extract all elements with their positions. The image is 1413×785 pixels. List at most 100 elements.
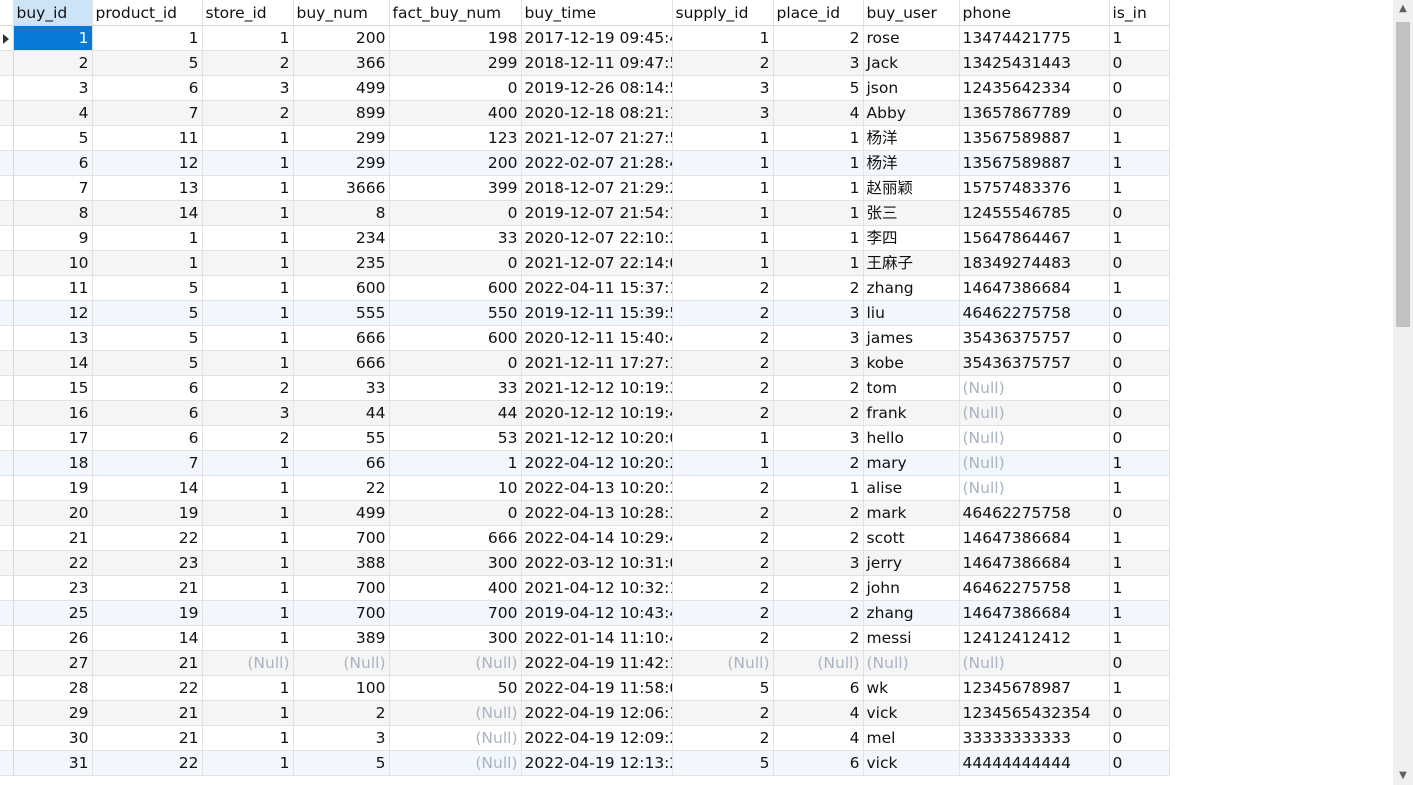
cell-supply-id[interactable]: 2 (672, 350, 774, 376)
row-indicator[interactable] (0, 400, 14, 426)
cell-buy-id[interactable]: 28 (13, 675, 93, 701)
table-row[interactable]: 2019149902022-04-13 10:28:3922mark464622… (0, 500, 1170, 526)
cell-place-id[interactable]: 6 (773, 750, 864, 776)
cell-buy-id[interactable]: 29 (13, 700, 93, 726)
cell-buy-user[interactable]: mary (863, 450, 960, 476)
cell-place-id[interactable]: 1 (773, 200, 864, 226)
cell-fact-buy-num[interactable]: 400 (389, 575, 522, 601)
cell-product-id[interactable]: 13 (92, 175, 203, 201)
table-row[interactable]: 261413893002022-01-14 11:10:4722messi124… (0, 625, 1170, 651)
column-header-place-id[interactable]: place_id (773, 0, 864, 26)
cell-buy-num[interactable]: 389 (293, 625, 390, 651)
cell-buy-id[interactable]: 16 (13, 400, 93, 426)
cell-buy-num[interactable]: 5 (293, 750, 390, 776)
cell-buy-id[interactable]: 31 (13, 750, 93, 776)
cell-buy-num[interactable]: (Null) (293, 650, 390, 676)
cell-phone[interactable]: 15757483376 (959, 175, 1110, 201)
cell-product-id[interactable]: 14 (92, 200, 203, 226)
cell-store-id[interactable]: 2 (202, 100, 294, 126)
cell-place-id[interactable]: 3 (773, 325, 864, 351)
cell-store-id[interactable]: 1 (202, 275, 294, 301)
cell-supply-id[interactable]: 2 (672, 50, 774, 76)
cell-buy-user[interactable]: james (863, 325, 960, 351)
table-row[interactable]: 302113(Null)2022-04-19 12:09:2924mel3333… (0, 725, 1170, 751)
cell-is-in[interactable]: 0 (1109, 100, 1170, 126)
cell-place-id[interactable]: 5 (773, 75, 864, 101)
cell-buy-user[interactable]: john (863, 575, 960, 601)
row-indicator[interactable] (0, 425, 14, 451)
cell-store-id[interactable]: 1 (202, 575, 294, 601)
cell-place-id[interactable]: 4 (773, 725, 864, 751)
table-row[interactable]: 28221100502022-04-19 11:58:0556wk1234567… (0, 675, 1170, 701)
cell-place-id[interactable]: 3 (773, 350, 864, 376)
cell-supply-id[interactable]: 2 (672, 400, 774, 426)
data-grid[interactable]: buy_id product_id store_id buy_num fact_… (0, 0, 1393, 785)
cell-buy-time[interactable]: 2022-04-19 11:58:05 (521, 675, 673, 701)
cell-is-in[interactable]: 0 (1109, 700, 1170, 726)
cell-phone[interactable]: 12412412412 (959, 625, 1110, 651)
cell-buy-user[interactable]: 王麻子 (863, 250, 960, 276)
table-row[interactable]: 166344442020-12-12 10:19:4422frank(Null)… (0, 400, 1170, 426)
cell-is-in[interactable]: 1 (1109, 150, 1170, 176)
cell-place-id[interactable]: 1 (773, 175, 864, 201)
cell-buy-time[interactable]: 2021-12-12 10:19:32 (521, 375, 673, 401)
cell-place-id[interactable]: 2 (773, 450, 864, 476)
cell-is-in[interactable]: 0 (1109, 375, 1170, 401)
cell-phone[interactable]: 1234565432354 (959, 700, 1110, 726)
cell-is-in[interactable]: 1 (1109, 600, 1170, 626)
cell-product-id[interactable]: 21 (92, 725, 203, 751)
cell-buy-time[interactable]: 2022-04-19 12:13:23 (521, 750, 673, 776)
column-header-product-id[interactable]: product_id (92, 0, 203, 26)
cell-is-in[interactable]: 1 (1109, 25, 1170, 51)
table-row[interactable]: 2523662992018-12-11 09:47:5523Jack134254… (0, 50, 1170, 76)
cell-buy-num[interactable]: 22 (293, 475, 390, 501)
cell-phone[interactable]: (Null) (959, 375, 1110, 401)
cell-buy-user[interactable]: kobe (863, 350, 960, 376)
cell-is-in[interactable]: 1 (1109, 275, 1170, 301)
cell-buy-time[interactable]: 2021-12-11 17:27:13 (521, 350, 673, 376)
cell-place-id[interactable]: 2 (773, 600, 864, 626)
cell-is-in[interactable]: 1 (1109, 575, 1170, 601)
cell-supply-id[interactable]: 2 (672, 700, 774, 726)
cell-supply-id[interactable]: 1 (672, 250, 774, 276)
cell-fact-buy-num[interactable]: 10 (389, 475, 522, 501)
cell-place-id[interactable]: 2 (773, 400, 864, 426)
column-header-buy-user[interactable]: buy_user (863, 0, 960, 26)
row-indicator[interactable] (0, 325, 14, 351)
cell-store-id[interactable]: 1 (202, 500, 294, 526)
cell-buy-id[interactable]: 10 (13, 250, 93, 276)
cell-buy-id[interactable]: 23 (13, 575, 93, 601)
cell-is-in[interactable]: 0 (1109, 500, 1170, 526)
cell-store-id[interactable]: 1 (202, 725, 294, 751)
cell-is-in[interactable]: 0 (1109, 200, 1170, 226)
table-row[interactable]: 4728994002020-12-18 08:21:1234Abby136578… (0, 100, 1170, 126)
cell-product-id[interactable]: 1 (92, 225, 203, 251)
column-header-phone[interactable]: phone (959, 0, 1110, 26)
cell-place-id[interactable]: 2 (773, 625, 864, 651)
cell-product-id[interactable]: 21 (92, 650, 203, 676)
cell-supply-id[interactable]: 2 (672, 325, 774, 351)
row-indicator[interactable] (0, 150, 14, 176)
cell-supply-id[interactable]: 2 (672, 300, 774, 326)
cell-buy-id[interactable]: 27 (13, 650, 93, 676)
cell-buy-user[interactable]: 张三 (863, 200, 960, 226)
cell-buy-num[interactable]: 499 (293, 75, 390, 101)
cell-is-in[interactable]: 1 (1109, 550, 1170, 576)
cell-store-id[interactable]: 1 (202, 25, 294, 51)
cell-buy-user[interactable]: alise (863, 475, 960, 501)
table-row[interactable]: 12515555502019-12-11 15:39:5123liu464622… (0, 300, 1170, 326)
cell-store-id[interactable]: 1 (202, 525, 294, 551)
row-indicator[interactable] (0, 225, 14, 251)
cell-buy-id[interactable]: 5 (13, 125, 93, 151)
cell-buy-num[interactable]: 3 (293, 725, 390, 751)
cell-supply-id[interactable]: 1 (672, 125, 774, 151)
cell-buy-user[interactable]: 李四 (863, 225, 960, 251)
cell-fact-buy-num[interactable]: 0 (389, 500, 522, 526)
column-header-buy-id[interactable]: buy_id (13, 0, 93, 26)
row-indicator[interactable] (0, 300, 14, 326)
cell-phone[interactable]: 14647386684 (959, 275, 1110, 301)
cell-store-id[interactable]: 2 (202, 375, 294, 401)
table-row[interactable]: 251917007002019-04-12 10:43:4522zhang146… (0, 600, 1170, 626)
cell-phone[interactable]: (Null) (959, 425, 1110, 451)
row-indicator[interactable] (0, 50, 14, 76)
